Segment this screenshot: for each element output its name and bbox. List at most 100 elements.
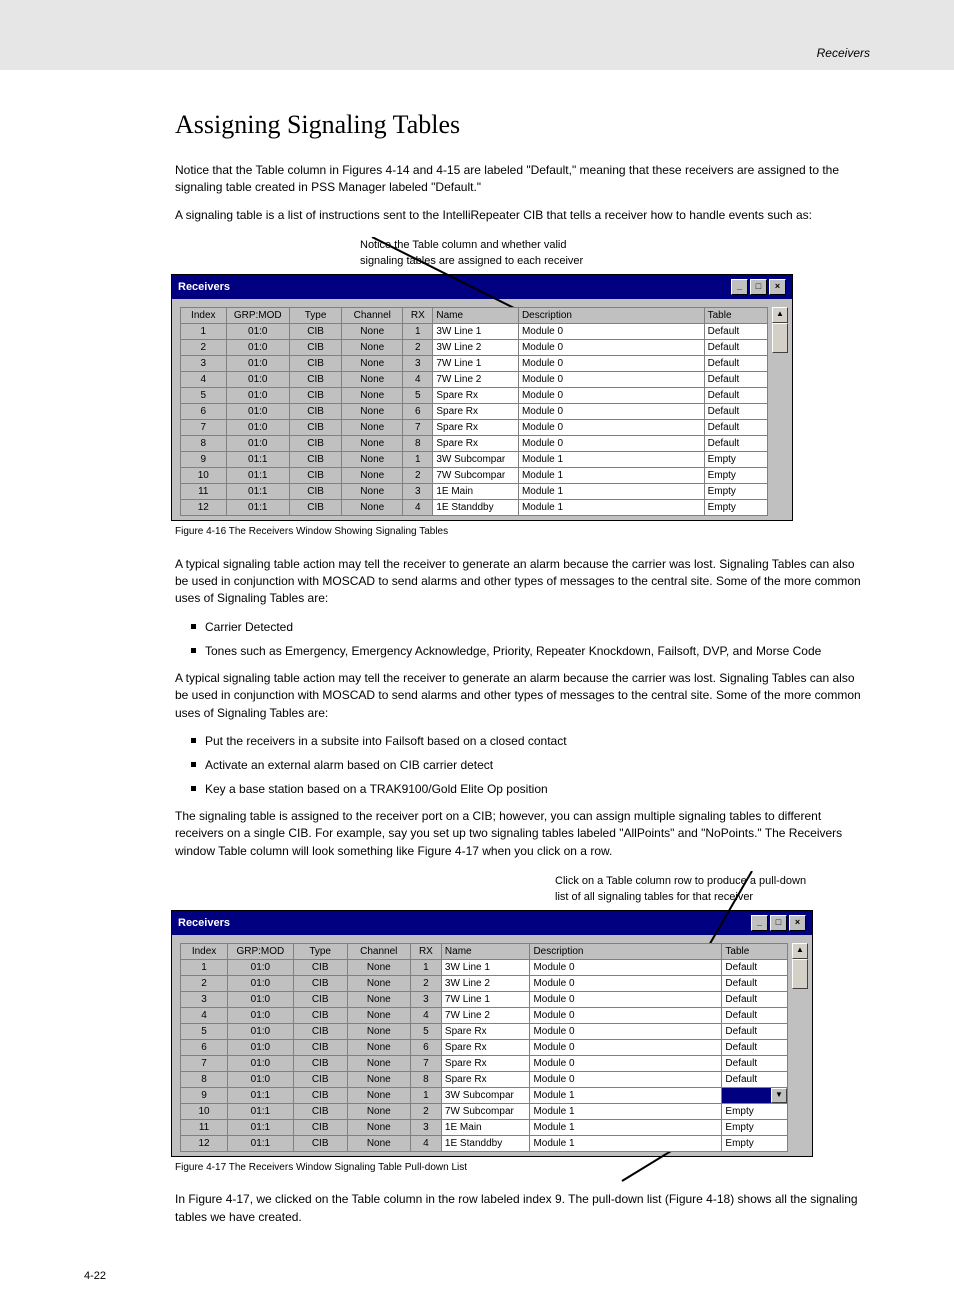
table-cell[interactable]: 4 (410, 1007, 441, 1023)
table-cell[interactable]: Default (722, 1055, 788, 1071)
table-cell[interactable]: None (347, 1087, 410, 1103)
column-header[interactable]: GRP:MOD (228, 943, 294, 959)
table-cell[interactable]: 7 (410, 1055, 441, 1071)
table-cell[interactable]: 5 (181, 388, 227, 404)
column-header[interactable]: Channel (347, 943, 410, 959)
window-titlebar[interactable]: Receivers _ □ × (172, 911, 812, 935)
table-cell[interactable]: 01:0 (226, 420, 289, 436)
table-cell[interactable]: 01:1 (228, 1103, 294, 1119)
table-cell[interactable]: Module 0 (518, 372, 704, 388)
table-cell[interactable]: 01:0 (228, 1039, 294, 1055)
table-cell[interactable]: 10 (181, 468, 227, 484)
table-cell[interactable]: 1 (410, 959, 441, 975)
table-cell[interactable]: Default (722, 959, 788, 975)
table-cell[interactable]: 5 (181, 1023, 228, 1039)
table-cell[interactable]: 3W Line 2 (441, 975, 530, 991)
table-cell[interactable]: Default (704, 356, 767, 372)
column-header[interactable]: Description (530, 943, 722, 959)
table-cell[interactable]: 12 (181, 500, 227, 516)
table-cell[interactable]: None (342, 324, 403, 340)
minimize-button[interactable]: _ (751, 915, 768, 931)
table-cell[interactable]: 7W Line 2 (433, 372, 519, 388)
table-cell[interactable]: Empty (722, 1103, 788, 1119)
table-cell[interactable]: None (347, 1119, 410, 1135)
table-cell[interactable]: Module 0 (518, 356, 704, 372)
column-header[interactable]: Name (441, 943, 530, 959)
table-cell[interactable]: Module 0 (530, 975, 722, 991)
column-header[interactable]: Table (704, 308, 767, 324)
table-cell[interactable]: 1 (403, 452, 433, 468)
table-row[interactable]: 1001:1CIBNone27W SubcomparModule 1Empty (181, 468, 768, 484)
maximize-button[interactable]: □ (750, 279, 767, 295)
table-cell[interactable]: CIB (293, 1103, 347, 1119)
table-cell[interactable]: 7W Subcompar (433, 468, 519, 484)
maximize-button[interactable]: □ (770, 915, 787, 931)
table-cell[interactable]: Module 1 (530, 1135, 722, 1151)
table-cell[interactable]: CIB (293, 975, 347, 991)
column-header[interactable]: Index (181, 308, 227, 324)
table-cell[interactable]: None (342, 452, 403, 468)
table-cell[interactable]: 01:0 (228, 1007, 294, 1023)
table-cell[interactable]: CIB (293, 1039, 347, 1055)
table-cell[interactable]: None (347, 1071, 410, 1087)
table-cell[interactable]: CIB (289, 388, 341, 404)
table-cell[interactable]: Default (722, 1007, 788, 1023)
table-cell[interactable]: Module 0 (518, 404, 704, 420)
table-cell[interactable]: Spare Rx (441, 1023, 530, 1039)
table-cell[interactable]: CIB (289, 484, 341, 500)
table-cell[interactable]: Default (722, 991, 788, 1007)
table-row[interactable]: 501:0CIBNone5Spare RxModule 0Default (181, 388, 768, 404)
table-cell[interactable]: CIB (293, 1055, 347, 1071)
table-cell[interactable]: 7W Line 1 (433, 356, 519, 372)
table-dropdown-cell[interactable]: ▼ (722, 1087, 788, 1103)
table-cell[interactable]: Module 1 (518, 500, 704, 516)
table-cell[interactable]: 1E Standdby (433, 500, 519, 516)
table-cell[interactable]: Module 0 (518, 388, 704, 404)
table-cell[interactable]: None (347, 1039, 410, 1055)
table-cell[interactable]: None (347, 1023, 410, 1039)
table-cell[interactable]: None (347, 991, 410, 1007)
table-cell[interactable]: 01:0 (228, 1023, 294, 1039)
table-row[interactable]: 501:0CIBNone5Spare RxModule 0Default (181, 1023, 788, 1039)
table-cell[interactable]: Empty (704, 452, 767, 468)
table-cell[interactable]: 2 (410, 1103, 441, 1119)
table-cell[interactable]: Spare Rx (433, 436, 519, 452)
table-cell[interactable]: 2 (181, 975, 228, 991)
table-cell[interactable]: 11 (181, 1119, 228, 1135)
table-cell[interactable]: 7 (181, 1055, 228, 1071)
minimize-button[interactable]: _ (731, 279, 748, 295)
table-cell[interactable]: 3W Line 2 (433, 340, 519, 356)
table-row[interactable]: 301:0CIBNone37W Line 1Module 0Default (181, 991, 788, 1007)
vertical-scrollbar[interactable]: ▲ (792, 943, 808, 1152)
table-row[interactable]: 801:0CIBNone8Spare RxModule 0Default (181, 1071, 788, 1087)
table-cell[interactable]: 5 (403, 388, 433, 404)
table-cell[interactable]: 1E Main (441, 1119, 530, 1135)
table-cell[interactable]: 1E Main (433, 484, 519, 500)
table-cell[interactable]: CIB (289, 452, 341, 468)
table-cell[interactable]: 4 (181, 372, 227, 388)
table-cell[interactable]: Default (722, 1023, 788, 1039)
table-cell[interactable]: Default (704, 420, 767, 436)
table-cell[interactable]: 3 (410, 1119, 441, 1135)
table-cell[interactable]: Default (704, 372, 767, 388)
table-cell[interactable]: Empty (722, 1119, 788, 1135)
table-cell[interactable]: 6 (181, 1039, 228, 1055)
table-cell[interactable]: 1 (181, 959, 228, 975)
table-cell[interactable]: None (342, 372, 403, 388)
table-cell[interactable]: None (342, 436, 403, 452)
table-row[interactable]: 401:0CIBNone47W Line 2Module 0Default (181, 1007, 788, 1023)
table-cell[interactable]: 9 (181, 452, 227, 468)
table-cell[interactable]: Module 1 (530, 1103, 722, 1119)
table-cell[interactable]: Default (722, 975, 788, 991)
table-cell[interactable]: 01:1 (226, 484, 289, 500)
table-row[interactable]: 101:0CIBNone13W Line 1Module 0Default (181, 324, 768, 340)
table-cell[interactable]: Default (704, 404, 767, 420)
table-cell[interactable]: 7W Subcompar (441, 1103, 530, 1119)
table-cell[interactable]: 01:1 (228, 1135, 294, 1151)
table-cell[interactable]: None (347, 1055, 410, 1071)
table-cell[interactable]: CIB (293, 959, 347, 975)
scroll-thumb[interactable] (772, 323, 788, 353)
table-cell[interactable]: Module 0 (518, 436, 704, 452)
table-cell[interactable]: 3W Subcompar (433, 452, 519, 468)
table-cell[interactable]: None (342, 404, 403, 420)
